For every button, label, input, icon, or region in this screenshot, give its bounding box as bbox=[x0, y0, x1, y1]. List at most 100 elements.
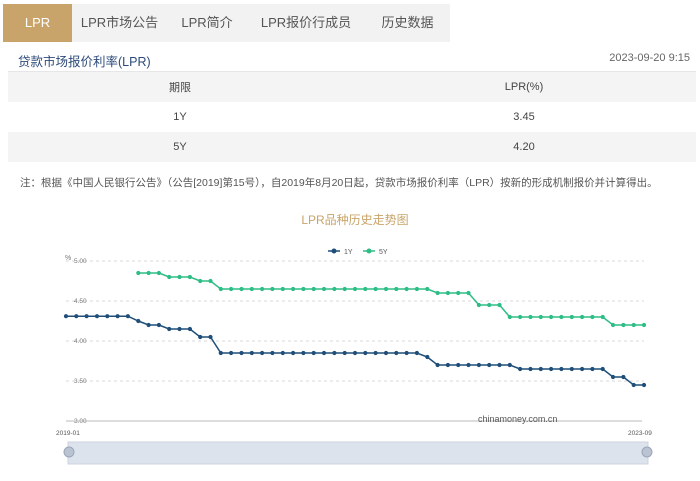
data-point-5y[interactable] bbox=[414, 286, 419, 292]
data-point-1y[interactable] bbox=[487, 362, 492, 368]
data-point-1y[interactable] bbox=[549, 366, 554, 372]
data-point-5y[interactable] bbox=[518, 314, 523, 320]
data-point-5y[interactable] bbox=[249, 286, 254, 292]
data-point-1y[interactable] bbox=[569, 366, 574, 372]
data-point-1y[interactable] bbox=[146, 322, 151, 328]
data-point-1y[interactable] bbox=[631, 382, 636, 388]
data-point-5y[interactable] bbox=[363, 286, 368, 292]
data-point-5y[interactable] bbox=[549, 314, 554, 320]
data-point-1y[interactable] bbox=[600, 366, 605, 372]
data-point-1y[interactable] bbox=[63, 314, 69, 319]
data-point-1y[interactable] bbox=[641, 382, 647, 388]
data-point-1y[interactable] bbox=[559, 366, 564, 372]
data-point-1y[interactable] bbox=[342, 350, 347, 356]
data-point-5y[interactable] bbox=[177, 274, 182, 280]
data-point-1y[interactable] bbox=[445, 362, 450, 368]
range-slider[interactable] bbox=[63, 441, 653, 465]
data-point-5y[interactable] bbox=[497, 302, 502, 308]
tab-lpr-quoting-banks[interactable]: LPR报价行成员 bbox=[247, 4, 365, 42]
data-point-1y[interactable] bbox=[476, 362, 481, 368]
data-point-5y[interactable] bbox=[198, 278, 203, 284]
data-point-1y[interactable] bbox=[291, 350, 296, 356]
data-point-5y[interactable] bbox=[621, 322, 626, 328]
data-point-1y[interactable] bbox=[538, 366, 543, 372]
tab-lpr-announcements[interactable]: LPR市场公告 bbox=[72, 4, 167, 42]
data-point-5y[interactable] bbox=[631, 322, 636, 328]
tab-historical-data[interactable]: 历史数据 bbox=[365, 4, 450, 42]
data-point-5y[interactable] bbox=[291, 286, 296, 292]
slider-handle-right[interactable] bbox=[641, 446, 653, 458]
data-point-1y[interactable] bbox=[260, 350, 265, 356]
data-point-5y[interactable] bbox=[260, 286, 265, 292]
data-point-5y[interactable] bbox=[332, 286, 337, 292]
tab-lpr[interactable]: LPR bbox=[3, 4, 72, 42]
data-point-1y[interactable] bbox=[187, 326, 192, 332]
data-point-5y[interactable] bbox=[136, 270, 141, 276]
data-point-5y[interactable] bbox=[208, 278, 213, 284]
data-point-1y[interactable] bbox=[621, 374, 626, 380]
data-point-5y[interactable] bbox=[373, 286, 378, 292]
data-point-1y[interactable] bbox=[280, 350, 285, 356]
data-point-1y[interactable] bbox=[404, 350, 409, 356]
data-point-5y[interactable] bbox=[156, 270, 161, 276]
data-point-5y[interactable] bbox=[321, 286, 327, 292]
data-point-5y[interactable] bbox=[580, 314, 585, 320]
slider-handle-left[interactable] bbox=[63, 446, 75, 458]
slider-track[interactable] bbox=[67, 441, 649, 465]
data-point-1y[interactable] bbox=[94, 314, 100, 319]
data-point-5y[interactable] bbox=[404, 286, 409, 292]
data-point-1y[interactable] bbox=[84, 314, 89, 319]
data-point-5y[interactable] bbox=[600, 314, 605, 320]
data-point-1y[interactable] bbox=[74, 314, 79, 319]
data-point-5y[interactable] bbox=[476, 302, 481, 308]
data-point-1y[interactable] bbox=[383, 350, 389, 356]
data-point-1y[interactable] bbox=[218, 350, 223, 356]
data-point-1y[interactable] bbox=[125, 314, 130, 319]
data-point-1y[interactable] bbox=[270, 350, 275, 356]
data-point-1y[interactable] bbox=[352, 350, 358, 356]
data-point-5y[interactable] bbox=[229, 286, 234, 292]
data-point-5y[interactable] bbox=[394, 286, 399, 292]
data-point-1y[interactable] bbox=[311, 350, 316, 356]
data-point-1y[interactable] bbox=[414, 350, 419, 356]
data-point-5y[interactable] bbox=[301, 286, 306, 292]
data-point-5y[interactable] bbox=[569, 314, 574, 320]
data-point-1y[interactable] bbox=[456, 362, 461, 368]
data-point-1y[interactable] bbox=[610, 374, 616, 380]
data-point-1y[interactable] bbox=[466, 362, 471, 368]
data-point-5y[interactable] bbox=[528, 314, 533, 320]
data-point-5y[interactable] bbox=[270, 286, 275, 292]
data-point-1y[interactable] bbox=[518, 366, 523, 372]
data-point-1y[interactable] bbox=[177, 326, 182, 332]
data-point-1y[interactable] bbox=[507, 362, 512, 368]
data-point-1y[interactable] bbox=[497, 362, 502, 368]
data-point-5y[interactable] bbox=[641, 322, 647, 328]
data-point-1y[interactable] bbox=[167, 326, 172, 332]
data-point-5y[interactable] bbox=[311, 286, 316, 292]
data-point-5y[interactable] bbox=[456, 290, 461, 296]
data-point-1y[interactable] bbox=[105, 314, 110, 319]
data-point-5y[interactable] bbox=[435, 290, 440, 296]
data-point-1y[interactable] bbox=[425, 354, 430, 360]
data-point-5y[interactable] bbox=[610, 322, 616, 328]
data-point-1y[interactable] bbox=[208, 334, 213, 340]
data-point-5y[interactable] bbox=[146, 270, 151, 276]
data-point-1y[interactable] bbox=[239, 350, 244, 356]
legend-1y-label[interactable]: 1Y bbox=[344, 249, 353, 256]
data-point-1y[interactable] bbox=[115, 314, 120, 319]
data-point-1y[interactable] bbox=[394, 350, 399, 356]
data-point-1y[interactable] bbox=[373, 350, 378, 356]
data-point-5y[interactable] bbox=[218, 286, 223, 292]
data-point-1y[interactable] bbox=[198, 334, 203, 340]
data-point-5y[interactable] bbox=[466, 290, 471, 296]
data-point-1y[interactable] bbox=[301, 350, 306, 356]
data-point-1y[interactable] bbox=[136, 318, 141, 324]
data-point-5y[interactable] bbox=[383, 286, 389, 292]
data-point-1y[interactable] bbox=[363, 350, 368, 356]
data-point-5y[interactable] bbox=[590, 314, 595, 320]
data-point-1y[interactable] bbox=[156, 322, 161, 328]
data-point-5y[interactable] bbox=[280, 286, 285, 292]
tab-lpr-intro[interactable]: LPR简介 bbox=[167, 4, 247, 42]
data-point-1y[interactable] bbox=[528, 366, 533, 372]
data-point-5y[interactable] bbox=[352, 286, 358, 292]
